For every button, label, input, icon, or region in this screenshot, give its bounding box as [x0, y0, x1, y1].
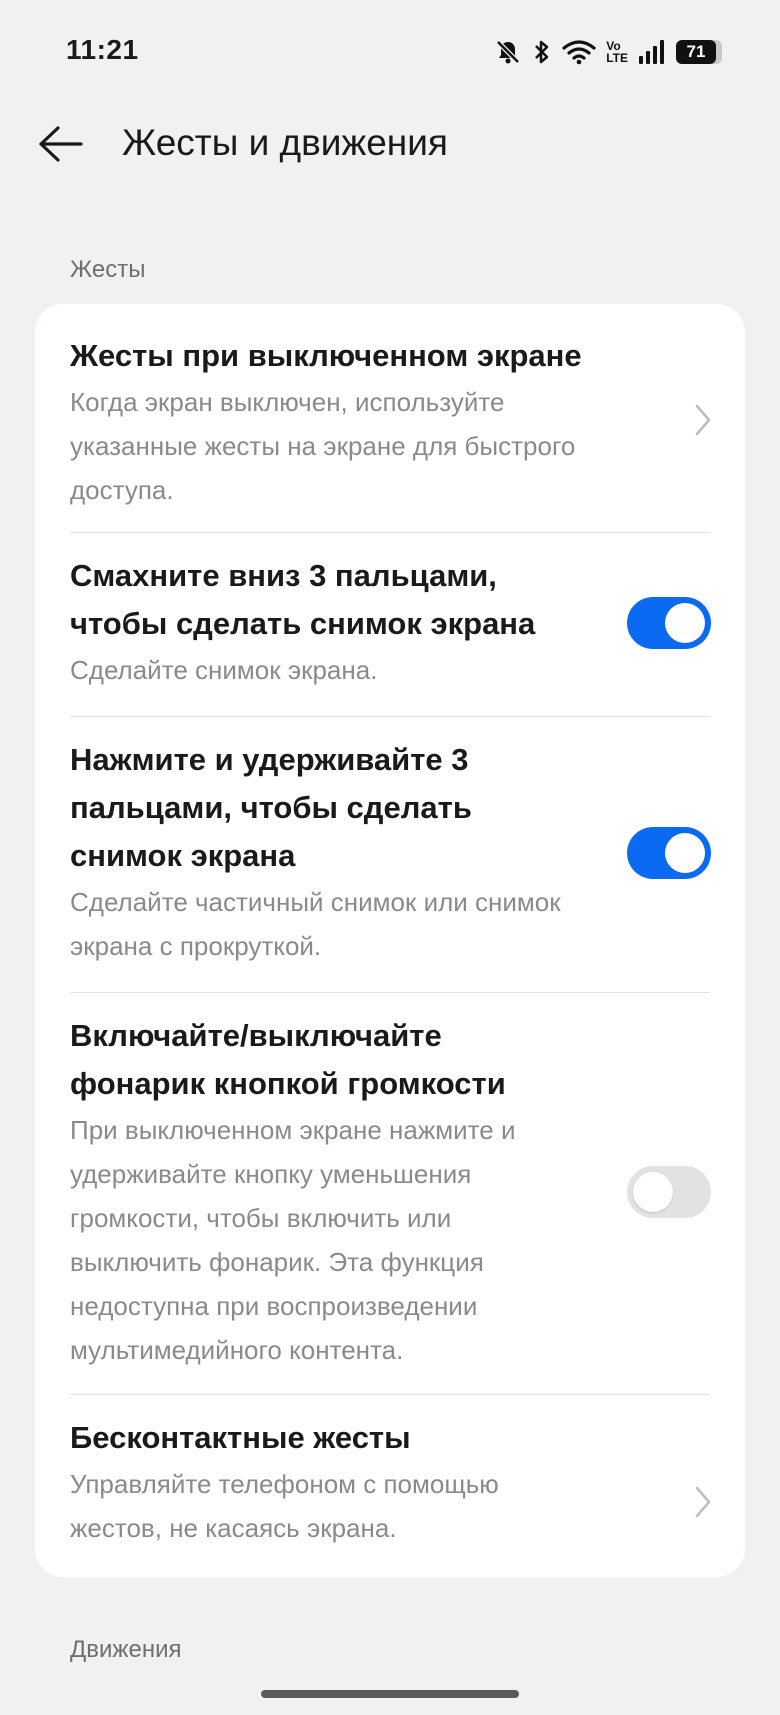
three-finger-swipe-toggle[interactable] — [627, 597, 711, 649]
item-title: Нажмите и удерживайте 3 пальцами, чтобы … — [70, 742, 472, 873]
back-button[interactable] — [30, 116, 90, 176]
section-label-gestures: Жесты — [70, 256, 146, 283]
mute-bell-icon — [494, 38, 522, 66]
volte-icon: Vo LTE — [606, 40, 628, 64]
status-time: 11:21 — [66, 34, 139, 65]
chevron-right-icon[interactable] — [691, 402, 715, 438]
volte-label-bottom: LTE — [606, 51, 628, 65]
item-title: Жесты при выключенном экране — [70, 338, 582, 373]
list-item-screen-off-gestures[interactable]: Жесты при выключенном экране Когда экран… — [70, 332, 710, 512]
item-description: Сделайте частичный снимок или снимок экр… — [70, 887, 561, 961]
gestures-card: Жесты при выключенном экране Когда экран… — [35, 304, 745, 1577]
chevron-right-icon[interactable] — [691, 1484, 715, 1520]
divider — [70, 1394, 710, 1395]
item-description: Когда экран выключен, используйте указан… — [70, 387, 576, 505]
home-indicator[interactable] — [261, 1690, 519, 1698]
list-item-flashlight-volume[interactable]: Включайте/выключайте фонарик кнопкой гро… — [70, 1012, 710, 1372]
battery-icon: 71 — [676, 40, 722, 64]
page-title: Жесты и движения — [122, 122, 448, 163]
battery-level: 71 — [676, 40, 716, 64]
arrow-left-icon — [36, 124, 84, 169]
toggle-knob — [633, 1172, 673, 1212]
toggle-knob — [665, 603, 705, 643]
section-label-motions: Движения — [70, 1636, 182, 1663]
list-item-air-gestures[interactable]: Бесконтактные жесты Управляйте телефоном… — [70, 1414, 710, 1550]
flashlight-volume-toggle[interactable] — [627, 1166, 711, 1218]
list-item-three-finger-hold[interactable]: Нажмите и удерживайте 3 пальцами, чтобы … — [70, 736, 710, 968]
divider — [70, 532, 710, 533]
divider — [70, 992, 710, 993]
divider — [70, 716, 710, 717]
bluetooth-icon — [532, 38, 552, 66]
status-bar: 11:21 Vo LTE 71 — [0, 0, 780, 100]
item-description: При выключенном экране нажмите и удержив… — [70, 1115, 516, 1365]
status-icons: Vo LTE 71 — [494, 36, 722, 68]
wifi-icon — [562, 38, 596, 66]
item-title: Включайте/выключайте фонарик кнопкой гро… — [70, 1018, 506, 1101]
signal-icon — [638, 39, 666, 65]
app-bar: Жесты и движения — [0, 100, 780, 190]
item-description: Сделайте снимок экрана. — [70, 655, 378, 685]
list-item-three-finger-swipe[interactable]: Смахните вниз 3 пальцами, чтобы сделать … — [70, 552, 710, 692]
item-title: Смахните вниз 3 пальцами, чтобы сделать … — [70, 558, 536, 641]
toggle-knob — [665, 833, 705, 873]
item-title: Бесконтактные жесты — [70, 1420, 411, 1455]
three-finger-hold-toggle[interactable] — [627, 827, 711, 879]
item-description: Управляйте телефоном с помощью жестов, н… — [70, 1469, 499, 1543]
